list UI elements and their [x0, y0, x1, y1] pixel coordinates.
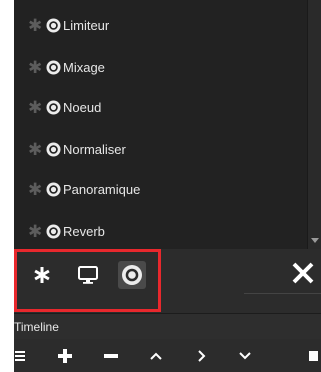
toolbar-divider — [244, 293, 321, 294]
favorite-star-icon[interactable]: ✱ — [28, 17, 42, 34]
audio-disc-icon — [46, 224, 61, 238]
timeline-overwrite-button[interactable] — [192, 348, 210, 364]
filter-item-noeud[interactable]: ✱ Noeud — [14, 92, 307, 122]
favorites-button[interactable] — [28, 261, 56, 289]
audio-disc-icon — [46, 18, 61, 32]
favorite-star-icon[interactable]: ✱ — [28, 223, 42, 240]
filter-type-toolbar — [14, 249, 321, 299]
favorite-star-icon[interactable]: ✱ — [28, 141, 42, 158]
filter-label: Limiteur — [63, 17, 110, 33]
chevron-down-icon — [239, 352, 251, 360]
chevron-up-icon — [150, 352, 162, 360]
filter-label: Reverb — [63, 223, 105, 239]
filter-item-normaliser[interactable]: ✱ Normaliser — [14, 134, 307, 164]
audio-disc-icon — [46, 142, 61, 156]
timeline-lift-button[interactable] — [147, 348, 165, 364]
window-edge — [0, 0, 14, 372]
menu-icon — [15, 351, 25, 361]
filter-label: Mixage — [63, 59, 105, 75]
timeline-menu-button[interactable] — [14, 348, 29, 364]
plus-icon — [58, 349, 72, 363]
audio-filters-button[interactable] — [118, 261, 146, 289]
timeline-split-button[interactable] — [303, 348, 321, 364]
filter-item-panoramique[interactable]: ✱ Panoramique — [14, 174, 307, 204]
audio-disc-icon — [122, 265, 142, 285]
filter-item-mixage[interactable]: ✱ Mixage — [14, 52, 307, 82]
asterisk-icon — [34, 267, 50, 283]
minus-icon — [104, 354, 118, 358]
favorite-star-icon[interactable]: ✱ — [28, 99, 42, 116]
filter-list[interactable]: ✱ Limiteur ✱ Mixage ✱ Noeud ✱ Normaliser… — [14, 0, 307, 249]
video-filters-button[interactable] — [74, 261, 102, 289]
filter-list-scrollbar[interactable] — [307, 0, 321, 249]
filter-item-reverb[interactable]: ✱ Reverb — [14, 216, 307, 246]
timeline-remove-button[interactable] — [102, 348, 120, 364]
favorite-star-icon[interactable]: ✱ — [28, 59, 42, 76]
chevron-right-icon — [198, 350, 206, 362]
filter-label: Noeud — [63, 99, 102, 115]
audio-disc-icon — [46, 60, 61, 74]
timeline-insert-button[interactable] — [236, 348, 254, 364]
scroll-down-arrow-icon[interactable] — [311, 238, 319, 243]
dock-title-label: Timeline — [14, 320, 59, 334]
square-icon — [309, 351, 318, 361]
filter-label: Panoramique — [63, 181, 141, 197]
timeline-toolbar — [14, 339, 321, 372]
audio-disc-icon — [46, 100, 61, 114]
close-icon[interactable] — [292, 262, 314, 284]
filters-panel: ✱ Limiteur ✱ Mixage ✱ Noeud ✱ Normaliser… — [14, 0, 321, 372]
timeline-dock-title[interactable]: Timeline — [14, 313, 321, 339]
audio-disc-icon — [46, 182, 61, 196]
filter-item-limiteur[interactable]: ✱ Limiteur — [14, 10, 307, 40]
timeline-append-button[interactable] — [56, 348, 74, 364]
app-root: ✱ Limiteur ✱ Mixage ✱ Noeud ✱ Normaliser… — [0, 0, 321, 372]
favorite-star-icon[interactable]: ✱ — [28, 181, 42, 198]
filter-label: Normaliser — [63, 141, 126, 157]
monitor-icon — [78, 266, 98, 284]
